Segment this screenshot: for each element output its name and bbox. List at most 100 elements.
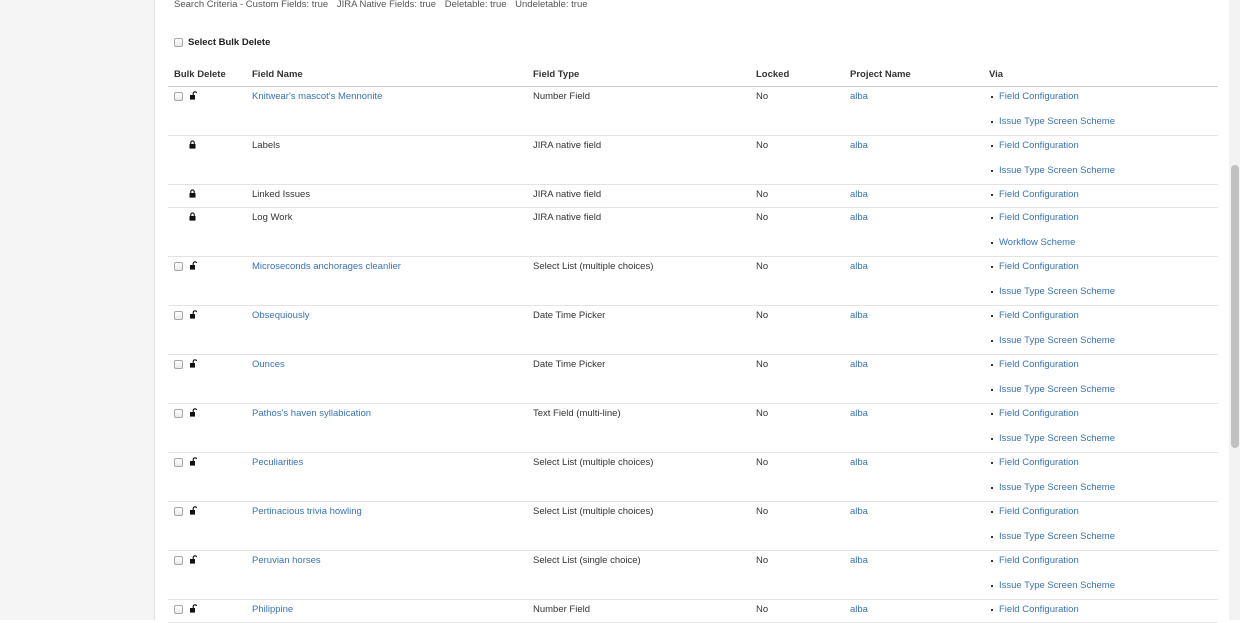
via-link[interactable]: Field Configuration (999, 310, 1079, 321)
project-link[interactable]: alba (850, 457, 868, 468)
project-link[interactable]: alba (850, 261, 868, 272)
cell-field-type: Select List (single choice) (527, 550, 750, 600)
via-list: Field Configuration Issue Type Screen Sch… (989, 91, 1212, 127)
via-link[interactable]: Field Configuration (999, 408, 1079, 419)
project-link[interactable]: alba (850, 212, 868, 223)
via-link[interactable]: Issue Type Screen Scheme (999, 384, 1115, 395)
cell-bulk-delete (168, 599, 246, 623)
unlocked-icon (190, 260, 197, 273)
field-name-link[interactable]: Pertinacious trivia howling (252, 506, 362, 517)
cell-field-type: Select List (multiple choices) (527, 501, 750, 551)
project-link[interactable]: alba (850, 555, 868, 566)
via-link[interactable]: Field Configuration (999, 140, 1079, 151)
bulk-delete-checkbox[interactable] (174, 507, 183, 516)
field-name-link[interactable]: Ounces (252, 359, 285, 370)
via-link[interactable]: Field Configuration (999, 212, 1079, 223)
bulk-delete-checkbox[interactable] (174, 458, 183, 467)
column-header-via: Via (983, 62, 1218, 87)
via-link[interactable]: Field Configuration (999, 91, 1079, 102)
field-name-link[interactable]: Peruvian horses (252, 555, 321, 566)
via-link[interactable]: Issue Type Screen Scheme (999, 580, 1115, 591)
via-item: Issue Type Screen Scheme (989, 116, 1212, 127)
via-link[interactable]: Issue Type Screen Scheme (999, 335, 1115, 346)
cell-field-name: Pathos's haven syllabication (246, 403, 527, 453)
via-link[interactable]: Field Configuration (999, 189, 1079, 200)
field-name-link[interactable]: Obsequiously (252, 310, 310, 321)
cell-field-type: Number Field (527, 86, 750, 136)
cell-field-type: Select List (multiple choices) (527, 256, 750, 306)
cell-bulk-delete (168, 256, 246, 306)
project-link[interactable]: alba (850, 359, 868, 370)
bulk-delete-checkbox[interactable] (174, 262, 183, 271)
field-name-link[interactable]: Peculiarities (252, 457, 303, 468)
project-link[interactable]: alba (850, 91, 868, 102)
cell-locked: No (750, 452, 844, 502)
via-link[interactable]: Field Configuration (999, 457, 1079, 468)
scrollbar-thumb[interactable] (1231, 165, 1239, 448)
field-name-link[interactable]: Knitwear's mascot's Mennonite (252, 91, 382, 102)
project-link[interactable]: alba (850, 310, 868, 321)
cell-project-name: alba (844, 86, 983, 136)
bulk-delete-checkbox[interactable] (174, 311, 183, 320)
via-list: Field Configuration (989, 189, 1212, 200)
field-name-link[interactable]: Philippine (252, 604, 293, 615)
via-item: Field Configuration (989, 261, 1212, 272)
project-link[interactable]: alba (850, 189, 868, 200)
unlocked-icon (190, 90, 197, 103)
cell-via: Field Configuration Issue Type Screen Sch… (983, 305, 1218, 355)
via-link[interactable]: Issue Type Screen Scheme (999, 531, 1115, 542)
cell-project-name: alba (844, 135, 983, 185)
project-link[interactable]: alba (850, 408, 868, 419)
via-link[interactable]: Workflow Scheme (999, 237, 1075, 248)
criteria-custom-fields: Search Criteria - Custom Fields: true (174, 0, 329, 10)
via-link[interactable]: Field Configuration (999, 604, 1079, 615)
via-item: Field Configuration (989, 91, 1212, 102)
bulk-delete-cell (174, 211, 240, 223)
via-link[interactable]: Issue Type Screen Scheme (999, 286, 1115, 297)
cell-project-name: alba (844, 305, 983, 355)
cell-field-type: Select List (multiple choices) (527, 452, 750, 502)
field-name-link[interactable]: Microseconds anchorages cleanlier (252, 261, 401, 272)
bulk-delete-checkbox[interactable] (174, 409, 183, 418)
via-link[interactable]: Field Configuration (999, 261, 1079, 272)
bulk-delete-cell (174, 505, 240, 517)
via-link[interactable]: Field Configuration (999, 359, 1079, 370)
cell-bulk-delete (168, 305, 246, 355)
bulk-delete-checkbox[interactable] (174, 605, 183, 614)
cell-field-name: Pertinacious trivia howling (246, 501, 527, 551)
via-link[interactable]: Issue Type Screen Scheme (999, 116, 1115, 127)
bulk-delete-cell (174, 358, 240, 370)
via-list: Field Configuration Issue Type Screen Sch… (989, 140, 1212, 176)
via-link[interactable]: Issue Type Screen Scheme (999, 165, 1115, 176)
cell-field-type: JIRA native field (527, 184, 750, 208)
field-name-link[interactable]: Pathos's haven syllabication (252, 408, 371, 419)
bulk-delete-checkbox[interactable] (174, 556, 183, 565)
via-item: Issue Type Screen Scheme (989, 433, 1212, 444)
bulk-delete-checkbox[interactable] (174, 92, 183, 101)
via-list: Field Configuration (989, 604, 1212, 615)
project-link[interactable]: alba (850, 604, 868, 615)
via-link[interactable]: Issue Type Screen Scheme (999, 433, 1115, 444)
bulk-delete-cell (174, 260, 240, 273)
project-link[interactable]: alba (850, 140, 868, 151)
table-row: Philippine Number Field No alba Field Config… (168, 599, 1218, 623)
via-item: Field Configuration (989, 140, 1212, 151)
cell-locked: No (750, 305, 844, 355)
project-link[interactable]: alba (850, 506, 868, 517)
unlocked-icon (190, 554, 197, 567)
select-bulk-delete-label: Select Bulk Delete (188, 37, 271, 48)
locked-icon (189, 188, 196, 201)
bulk-delete-checkbox[interactable] (174, 360, 183, 369)
select-bulk-delete-checkbox[interactable] (174, 38, 183, 47)
via-link[interactable]: Field Configuration (999, 506, 1079, 517)
cell-project-name: alba (844, 452, 983, 502)
cell-field-name: Philippine (246, 599, 527, 623)
column-header-field-type: Field Type (527, 62, 750, 87)
cell-locked: No (750, 135, 844, 185)
table-header-row: Bulk Delete Field Name Field Type Locked… (168, 62, 1218, 87)
cell-project-name: alba (844, 403, 983, 453)
bulk-delete-cell (174, 139, 240, 151)
via-link[interactable]: Field Configuration (999, 555, 1079, 566)
cell-field-type: JIRA native field (527, 135, 750, 185)
via-link[interactable]: Issue Type Screen Scheme (999, 482, 1115, 493)
